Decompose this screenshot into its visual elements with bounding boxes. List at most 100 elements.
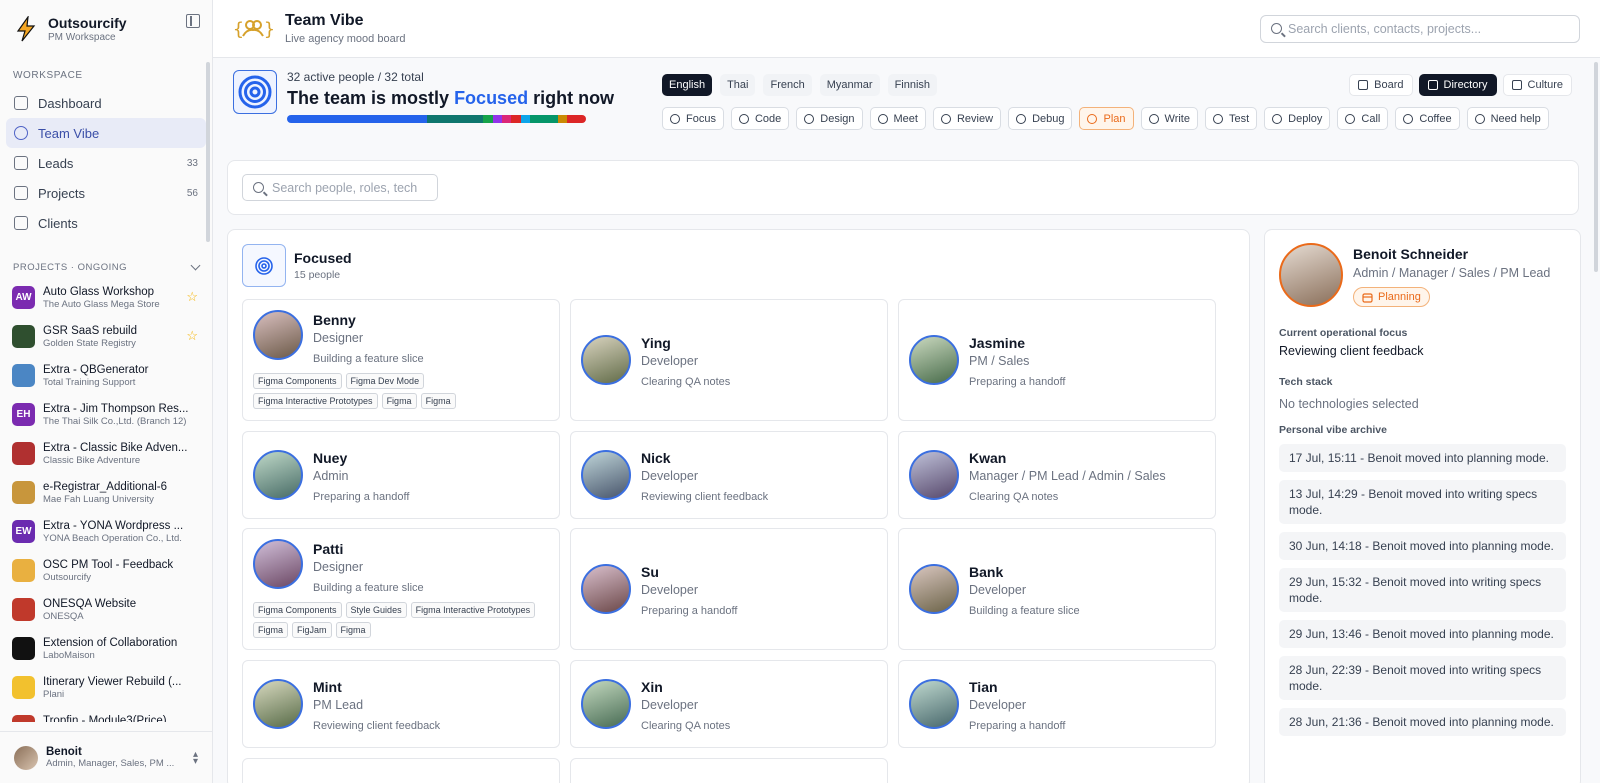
view-switcher: Board Directory Culture — [1349, 74, 1572, 96]
collapse-sidebar-icon[interactable] — [186, 14, 200, 28]
person-card[interactable]: Su Developer Preparing a handoff — [570, 528, 888, 650]
mood-bar-segment — [576, 115, 586, 123]
person-card[interactable] — [570, 758, 888, 783]
people-search-input[interactable]: Search people, roles, tech — [242, 174, 438, 201]
person-card[interactable]: Bank Developer Building a feature slice — [898, 528, 1216, 650]
person-card[interactable]: Nick Developer Reviewing client feedback — [570, 431, 888, 519]
call-icon — [1345, 113, 1356, 124]
person-card[interactable]: Mint PM Lead Reviewing client feedback — [242, 660, 560, 748]
mood-debug-button[interactable]: Debug — [1008, 107, 1073, 130]
person-card[interactable]: Ying Developer Clearing QA notes — [570, 299, 888, 421]
person-card[interactable]: Tian Developer Preparing a handoff — [898, 660, 1216, 748]
project-item[interactable]: EW Extra - YONA Wordpress ... YONA Beach O… — [12, 512, 200, 551]
tech-tag: Figma — [253, 622, 289, 638]
view-culture-button[interactable]: Culture — [1502, 74, 1572, 96]
person-card-body: Kwan Manager / PM Lead / Admin / Sales Cle… — [909, 442, 1166, 508]
debug-icon — [1016, 113, 1027, 124]
mood-plan-button[interactable]: Plan — [1079, 107, 1134, 130]
mood-bar-segment — [464, 115, 474, 123]
sidebar-item-dashboard[interactable]: Dashboard — [6, 88, 206, 118]
mood-bar-segment — [399, 115, 409, 123]
tech-tag: Style Guides — [345, 602, 407, 618]
mood-design-button[interactable]: Design — [796, 107, 863, 130]
project-item[interactable]: GSR SaaS rebuild Golden State Registry ☆ — [12, 317, 200, 356]
person-card-body: Jasmine PM / Sales Preparing a handoff — [909, 310, 1065, 410]
language-thai-button[interactable]: Thai — [720, 74, 756, 96]
person-card[interactable]: Kwan Manager / PM Lead / Admin / Sales Cle… — [898, 431, 1216, 519]
project-client: Outsourcify — [43, 571, 92, 583]
archive-label: Personal vibe archive — [1279, 423, 1387, 436]
sidebar-item-clients[interactable]: Clients — [6, 208, 206, 238]
mood-deploy-button[interactable]: Deploy — [1264, 107, 1331, 130]
mood-review-button[interactable]: Review — [932, 107, 1002, 130]
mood-label: Review — [956, 112, 994, 125]
person-card-body: Tian Developer Preparing a handoff — [909, 671, 1065, 737]
project-item[interactable]: e-Registrar_Additional-6 Mae Fah Luang Un… — [12, 473, 200, 512]
focus-label: Current operational focus — [1279, 326, 1408, 339]
project-item[interactable]: Extra - Classic Bike Adven... Classic Bik… — [12, 434, 200, 473]
mood-write-button[interactable]: Write — [1140, 107, 1198, 130]
mood-need-help-button[interactable]: Need help — [1466, 107, 1549, 130]
tech-tag: Figma — [381, 393, 417, 409]
project-name: Extra - QBGenerator — [43, 363, 149, 376]
project-text: Extra - QBGenerator Total Training Suppor… — [43, 363, 200, 389]
language-switcher: English Thai French Myanmar Finnish — [662, 74, 938, 96]
mood-coffee-button[interactable]: Coffee — [1395, 107, 1460, 130]
person-name: Kwan — [969, 449, 1007, 466]
sidebar-item-leads[interactable]: Leads 33 — [6, 148, 206, 178]
target-icon — [233, 70, 277, 114]
mood-call-button[interactable]: Call — [1337, 107, 1389, 130]
person-card[interactable]: Benny Designer Building a feature slice Fig… — [242, 299, 560, 421]
person-card[interactable] — [242, 758, 560, 783]
calendar-icon — [1362, 292, 1373, 303]
mood-bar-segment — [548, 115, 558, 123]
mood-focus-button[interactable]: Focus — [662, 107, 724, 130]
person-card[interactable]: Jasmine PM / Sales Preparing a handoff — [898, 299, 1216, 421]
sidebar-scrollbar[interactable] — [206, 62, 210, 242]
sidebar-item-projects[interactable]: Projects 56 — [6, 178, 206, 208]
sidebar-item-label: Projects — [38, 185, 85, 201]
person-activity: Preparing a handoff — [641, 604, 738, 617]
star-icon[interactable]: ☆ — [186, 289, 198, 305]
main-scrollbar[interactable] — [1594, 62, 1598, 272]
user-menu[interactable]: Benoit Admin, Manager, Sales, PM ... ▴ ▾ — [0, 731, 212, 783]
avatar — [581, 450, 631, 500]
person-name: Nick — [641, 449, 671, 466]
view-directory-button[interactable]: Directory — [1418, 74, 1497, 96]
global-search-input[interactable]: Search clients, contacts, projects... — [1260, 14, 1580, 43]
view-board-button[interactable]: Board — [1349, 74, 1413, 96]
star-icon[interactable]: ☆ — [186, 328, 198, 344]
project-name: Auto Glass Workshop — [43, 285, 155, 298]
language-french-button[interactable]: French — [763, 74, 812, 96]
project-item[interactable]: Extra - QBGenerator Total Training Suppor… — [12, 356, 200, 395]
project-item[interactable]: Tropfin - Module3(Price)Tropfin — [12, 707, 200, 722]
person-card[interactable]: Xin Developer Clearing QA notes — [570, 660, 888, 748]
sparkles-icon — [1511, 80, 1522, 90]
project-item[interactable]: OSC PM Tool - Feedback Outsourcify — [12, 551, 200, 590]
mood-meet-button[interactable]: Meet — [869, 107, 926, 130]
target-icon — [242, 244, 286, 287]
profile-role: Admin / Manager / Sales / PM Lead — [1353, 266, 1551, 280]
project-item[interactable]: EH Extra - Jim Thompson Res... The Thai Si… — [12, 395, 200, 434]
project-text: Auto Glass Workshop The Auto Glass Mega S… — [43, 285, 200, 311]
person-card-body: Bank Developer Building a feature slice — [909, 539, 1080, 639]
person-card[interactable]: Nuey Admin Preparing a handoff — [242, 431, 560, 519]
mood-code-button[interactable]: Code — [730, 107, 790, 130]
sidebar-item-team-vibe[interactable]: Team Vibe — [6, 118, 206, 148]
language-english-button[interactable]: English — [662, 74, 713, 96]
project-client: Plani — [43, 688, 65, 700]
projects-section-toggle[interactable]: PROJECTS · ONGOING — [0, 260, 212, 274]
mood-label: Debug — [1032, 112, 1065, 125]
mood-test-button[interactable]: Test — [1204, 107, 1258, 130]
project-item[interactable]: Itinerary Viewer Rebuild (... Plani — [12, 668, 200, 707]
person-card[interactable]: Patti Designer Building a feature slice Fig… — [242, 528, 560, 650]
meet-icon — [877, 113, 888, 124]
project-item[interactable]: AW Auto Glass Workshop The Auto Glass Mega… — [12, 278, 200, 317]
mood-label: Deploy — [1288, 112, 1323, 125]
language-finnish-button[interactable]: Finnish — [887, 74, 938, 96]
language-myanmar-button[interactable]: Myanmar — [819, 74, 880, 96]
project-item[interactable]: ONESQA Website ONESQA — [12, 590, 200, 629]
vibe-archive-item: 29 Jun, 15:32 - Benoit moved into writin… — [1279, 567, 1566, 612]
project-avatar: AW — [12, 286, 35, 309]
project-item[interactable]: Extension of Collaboration LaboMaison — [12, 629, 200, 668]
